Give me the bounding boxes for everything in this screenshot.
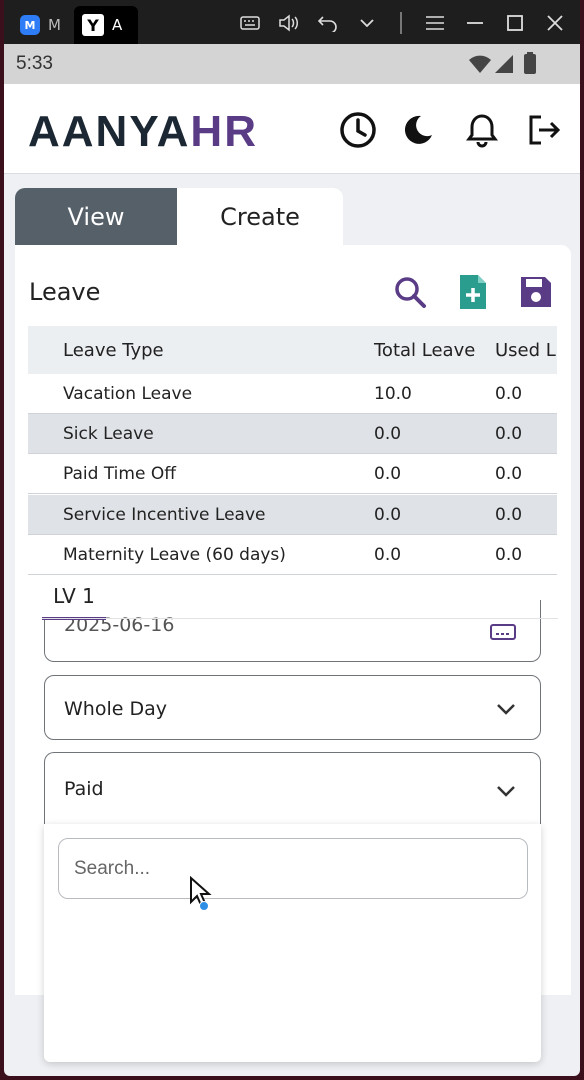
app-window: M M Y A 5:33 AANYAHR View Create Leave L… [4,0,580,1076]
save-icon[interactable] [516,272,556,312]
logo-part-2: HR [190,107,258,156]
browser-tab-2[interactable]: Y A [74,6,138,44]
close-icon[interactable] [542,10,568,36]
aanyahr-logo[interactable]: AANYAHR [28,110,258,154]
day-type-value: Whole Day [64,698,167,720]
tab-lv-1[interactable]: LV 1 [42,578,106,620]
leave-type-cell: Vacation Leave [63,384,193,404]
pay-type-dropdown-menu [44,824,541,1062]
dropdown-search-input[interactable] [58,838,528,899]
table-header-row: Leave Type Total Leave Used L [28,326,557,374]
app-header: AANYAHR [4,84,580,174]
used-leave-cell: 0.0 [495,505,523,525]
undo-icon[interactable] [315,10,341,36]
table-row[interactable]: Service Incentive Leave 0.0 0.0 [28,495,557,535]
search-icon[interactable] [390,272,430,312]
status-bar: 5:33 [4,44,580,84]
used-leave-cell: 0.0 [495,464,523,484]
leave-type-cell: Paid Time Off [63,464,176,484]
total-leave-cell: 0.0 [374,464,402,484]
column-header-leave-type[interactable]: Leave Type [63,340,164,361]
logout-icon[interactable] [524,110,564,150]
total-leave-cell: 0.0 [374,545,402,565]
dark-mode-icon[interactable] [398,110,438,150]
total-leave-cell: 10.0 [374,384,412,404]
logo-part-1: AANYA [28,107,191,156]
leave-section-title: Leave [29,278,101,306]
table-row[interactable]: Maternity Leave (60 days) 0.0 0.0 [28,535,557,575]
total-leave-cell: 0.0 [374,424,402,444]
date-field[interactable]: 2025-06-16 [44,600,541,662]
minimize-icon[interactable] [462,10,488,36]
keyboard-icon[interactable] [237,10,263,36]
volume-icon[interactable] [276,10,302,36]
menu-icon[interactable] [422,10,448,36]
tab-2-label: A [112,16,123,34]
leave-balance-table: Leave Type Total Leave Used L Vacation L… [28,326,557,576]
tab-view[interactable]: View [15,188,177,245]
chevron-down-icon [496,700,516,719]
aanya-logo-icon: Y [82,14,104,36]
tab-create[interactable]: Create [177,188,343,245]
table-row[interactable]: Sick Leave 0.0 0.0 [28,414,557,454]
total-leave-cell: 0.0 [374,505,402,525]
day-type-select[interactable]: Whole Day [44,675,541,740]
bell-icon[interactable] [462,110,502,150]
used-leave-cell: 0.0 [495,545,523,565]
signal-icon [494,54,514,79]
column-header-used-leave[interactable]: Used L [495,340,556,361]
pay-type-select[interactable]: Paid [44,752,541,824]
status-time: 5:33 [16,53,53,74]
add-file-icon[interactable] [453,272,493,312]
clock-icon[interactable] [338,110,378,150]
calendar-icon[interactable] [490,624,516,644]
leave-type-cell: Maternity Leave (60 days) [63,545,286,565]
chevron-down-icon[interactable] [354,10,380,36]
tab-1-label: M [48,16,61,34]
table-row[interactable]: Paid Time Off 0.0 0.0 [28,454,557,494]
window-titlebar: M M Y A [4,0,580,44]
table-row[interactable]: Vacation Leave 10.0 0.0 [28,374,557,414]
titlebar-divider [399,10,403,36]
used-leave-cell: 0.0 [495,424,523,444]
battery-icon [524,52,536,79]
app-logo-icon: M [20,15,40,35]
maximize-icon[interactable] [502,10,528,36]
wifi-icon [468,54,492,79]
browser-tab-1[interactable]: M M [12,6,70,44]
used-leave-cell: 0.0 [495,384,523,404]
column-header-total-leave[interactable]: Total Leave [374,340,475,361]
pay-type-value: Paid [64,778,104,800]
leave-type-cell: Service Incentive Leave [63,505,266,525]
subtab-divider [42,618,558,619]
chevron-down-icon [496,782,516,801]
mouse-cursor-icon [188,875,214,916]
leave-type-cell: Sick Leave [63,424,154,444]
